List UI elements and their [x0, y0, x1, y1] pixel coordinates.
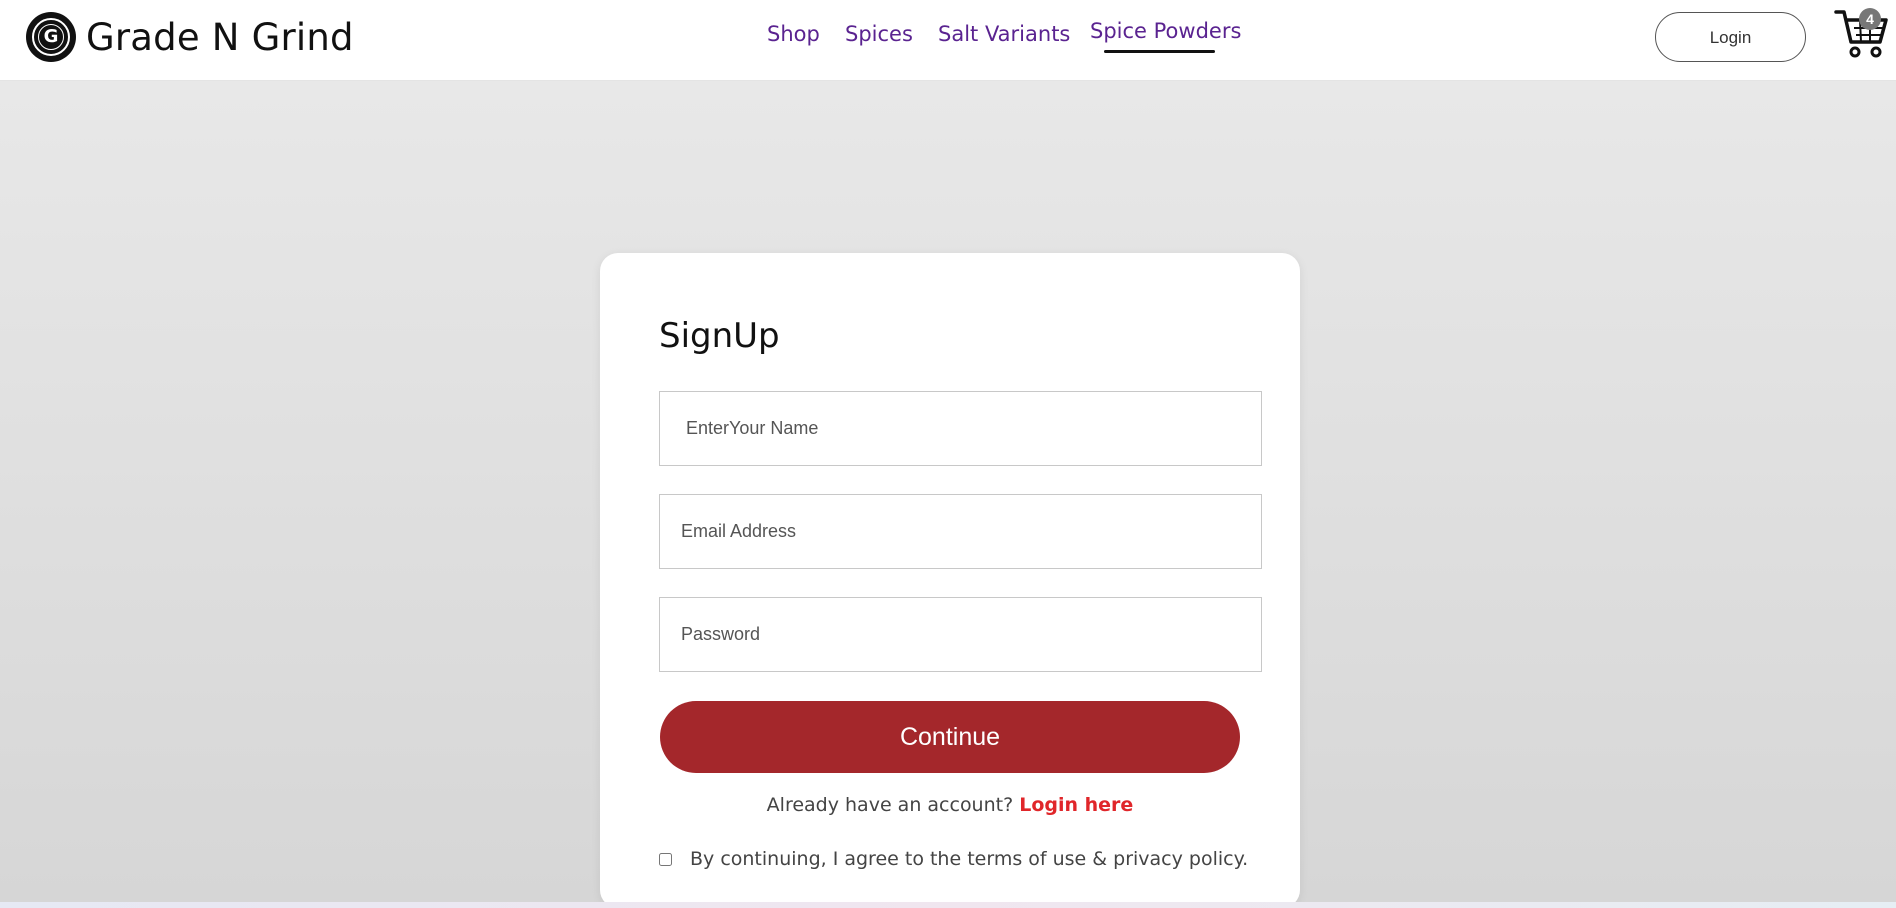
- brand-logo-letter: G: [43, 26, 59, 47]
- cart-count-badge: 4: [1859, 8, 1881, 30]
- email-input[interactable]: [659, 494, 1262, 569]
- nav-link-shop[interactable]: Shop: [767, 22, 820, 46]
- brand-name: Grade N Grind: [86, 15, 354, 59]
- brand[interactable]: G Grade N Grind: [26, 12, 354, 62]
- terms-checkbox[interactable]: [659, 852, 672, 866]
- nav-link-salt-variants[interactable]: Salt Variants: [938, 22, 1070, 46]
- name-input[interactable]: [659, 391, 1262, 466]
- account-prompt-text: Already have an account?: [766, 794, 1014, 816]
- active-nav-underline: [1104, 50, 1215, 53]
- nav-link-spice-powders[interactable]: Spice Powders: [1090, 19, 1241, 43]
- brand-logo-icon: G: [26, 12, 76, 62]
- login-here-link[interactable]: Login here: [1019, 794, 1133, 816]
- terms-text: By continuing, I agree to the terms of u…: [690, 848, 1249, 870]
- top-navbar: G Grade N Grind Shop Spices Salt Variant…: [0, 0, 1896, 81]
- password-input[interactable]: [659, 597, 1262, 672]
- header-login-button[interactable]: Login: [1655, 12, 1806, 62]
- signup-title: SignUp: [659, 316, 780, 356]
- nav-link-spices[interactable]: Spices: [845, 22, 913, 46]
- bottom-edge-strip: [0, 902, 1896, 908]
- continue-button[interactable]: Continue: [660, 701, 1240, 773]
- login-prompt: Already have an account? Login here: [600, 794, 1300, 816]
- terms-row: By continuing, I agree to the terms of u…: [659, 846, 1248, 872]
